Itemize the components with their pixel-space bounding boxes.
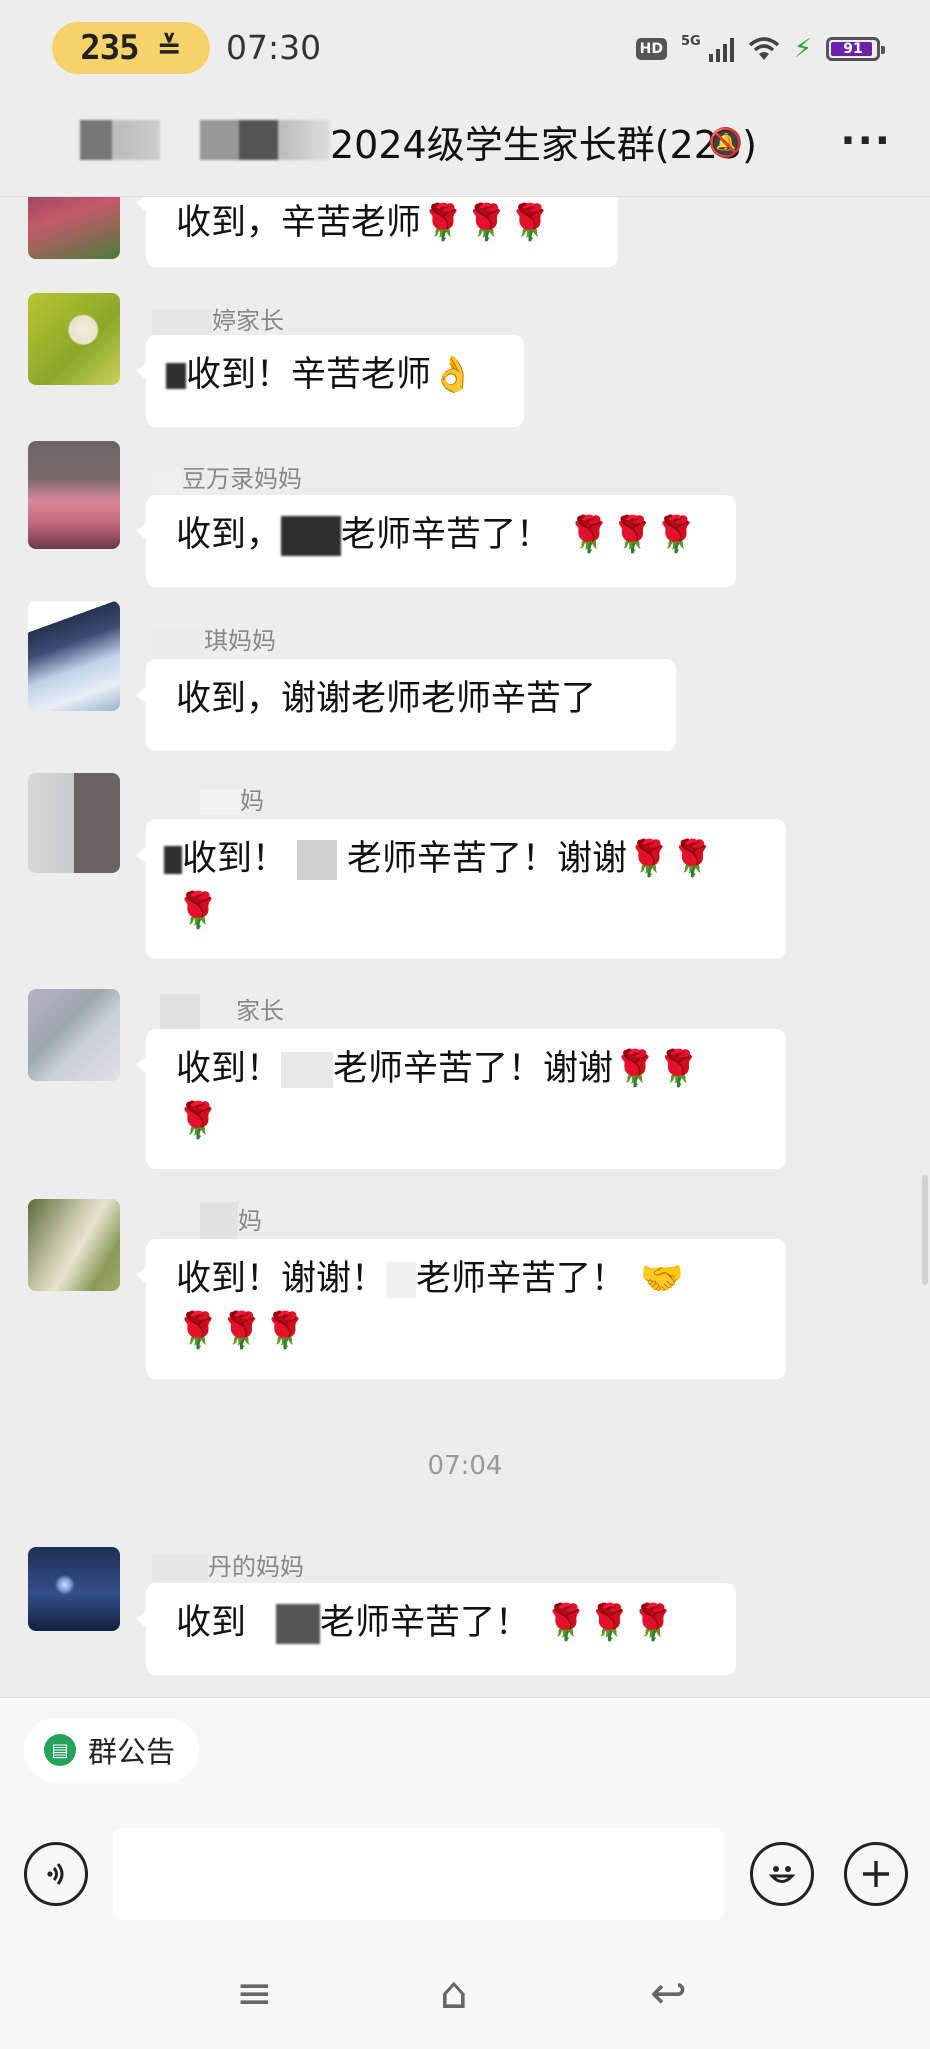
rose-emoji: 🌹🌹🌹 <box>176 1311 307 1351</box>
battery-level: 91 <box>843 41 863 57</box>
avatar[interactable] <box>28 441 120 549</box>
message-text: 收到！辛苦老师 <box>186 355 432 395</box>
message-input[interactable] <box>113 1828 723 1920</box>
message-bubble[interactable]: 收到，辛苦老师🌹🌹🌹 <box>136 197 618 267</box>
avatar[interactable] <box>28 1199 120 1291</box>
ok-hand-emoji: 👌 <box>431 355 475 395</box>
hd-icon: HD <box>635 38 668 60</box>
notice-icon: ▤ <box>44 1734 76 1766</box>
voice-icon <box>47 1863 64 1885</box>
chat-header: 2024级学生家长群(223) 🔕 ··· <box>0 100 930 197</box>
more-options-button[interactable]: ··· <box>840 118 892 164</box>
avatar[interactable] <box>28 293 120 385</box>
message-bubble[interactable]: 收到 老师辛苦了！ 🌹🌹🌹 <box>136 1583 736 1675</box>
message-bubble[interactable]: 收到！谢谢！ 老师辛苦了！ 🤝 🌹🌹🌹 <box>136 1239 786 1379</box>
rose-emoji: 🌹🌹🌹 <box>421 203 552 243</box>
redacted-block <box>200 120 330 160</box>
handshake-emoji: 🤝 <box>640 1259 684 1299</box>
pill-number: 235 <box>80 28 139 68</box>
emoji-button[interactable] <box>750 1842 814 1906</box>
wifi-icon <box>748 37 779 60</box>
sender-name: 丹的妈妈 <box>152 1547 304 1582</box>
nav-back-button[interactable]: ↩ <box>650 1968 687 2019</box>
avatar[interactable] <box>28 989 120 1081</box>
avatar[interactable] <box>28 1547 120 1631</box>
5g-label: 5G <box>681 34 701 49</box>
rose-emoji: 🌹🌹🌹 <box>544 1603 675 1643</box>
message-text: 收到！ <box>176 1049 282 1089</box>
sender-name: 婷家长 <box>152 301 284 336</box>
sender-name: 妈 <box>200 781 264 816</box>
plus-icon <box>863 1861 889 1887</box>
mute-icon: 🔕 <box>708 126 743 159</box>
message-bubble[interactable]: 收到，谢谢老师老师辛苦了 <box>136 659 676 751</box>
sender-name: 豆万录妈妈 <box>152 459 302 494</box>
nav-home-button[interactable]: ⌂ <box>440 1968 468 2019</box>
smile-icon <box>768 1866 796 1883</box>
rose-emoji: 🌹🌹 <box>613 1049 701 1089</box>
nav-menu-button[interactable]: ≡ <box>236 1968 273 2019</box>
group-notice-button[interactable]: ▤ 群公告 <box>24 1718 200 1782</box>
group-title[interactable]: 2024级学生家长群(223) <box>330 114 757 169</box>
input-area: ▤ 群公告 ≡ ⌂ ↩ <box>0 1697 930 2049</box>
message-bubble[interactable]: 收到！ 老师辛苦了！谢谢🌹🌹 🌹 <box>136 819 786 959</box>
message-text: 收到， <box>176 515 282 555</box>
message-bubble[interactable]: 收到， 老师辛苦了！ 🌹🌹🌹 <box>136 495 736 587</box>
scrollbar[interactable] <box>922 1175 928 1285</box>
rose-emoji: 🌹🌹🌹 <box>567 515 698 555</box>
message-text: 收到 <box>176 1603 247 1643</box>
time-divider: 07:04 <box>427 1451 503 1481</box>
pill-icon: ≚ <box>156 30 182 66</box>
charging-icon: ⚡ <box>793 34 812 64</box>
sender-name: 妈 <box>200 1201 262 1242</box>
avatar[interactable] <box>28 601 120 711</box>
message-text: 收到！ <box>182 839 288 879</box>
clock: 07:30 <box>226 28 322 67</box>
group-notice-label: 群公告 <box>88 1735 176 1769</box>
battery-icon: 91 <box>826 37 885 61</box>
rose-emoji: 🌹 <box>176 891 220 931</box>
avatar[interactable] <box>28 197 120 259</box>
sender-name: 家长 <box>160 991 284 1030</box>
status-bar: 235 ≚ 07:30 HD 5G ⚡ 91 <box>0 0 930 100</box>
rose-emoji: 🌹🌹 <box>627 839 715 879</box>
message-text: 收到！谢谢！ <box>176 1259 387 1299</box>
status-icons: HD 5G ⚡ 91 <box>635 34 885 64</box>
rose-emoji: 🌹 <box>176 1101 220 1141</box>
redacted-block <box>80 120 160 160</box>
signal-icon <box>708 36 734 62</box>
message-bubble[interactable]: 收到！ 老师辛苦了！谢谢🌹🌹 🌹 <box>136 1029 786 1169</box>
sender-name: 琪妈妈 <box>152 621 276 656</box>
avatar[interactable] <box>28 773 120 873</box>
more-functions-button[interactable] <box>844 1842 908 1906</box>
message-text: 收到，辛苦老师 <box>176 203 422 243</box>
message-bubble[interactable]: 收到！辛苦老师👌 <box>136 335 524 427</box>
message-text: 收到，谢谢老师老师辛苦了 <box>176 679 597 719</box>
message-list[interactable]: 收到，辛苦老师🌹🌹🌹 婷家长 收到！辛苦老师👌 豆万录妈妈 收到， 老师辛苦了！ 🌹… <box>0 197 930 1697</box>
call-pill[interactable]: 235 ≚ <box>52 22 210 74</box>
voice-button[interactable] <box>24 1842 88 1906</box>
